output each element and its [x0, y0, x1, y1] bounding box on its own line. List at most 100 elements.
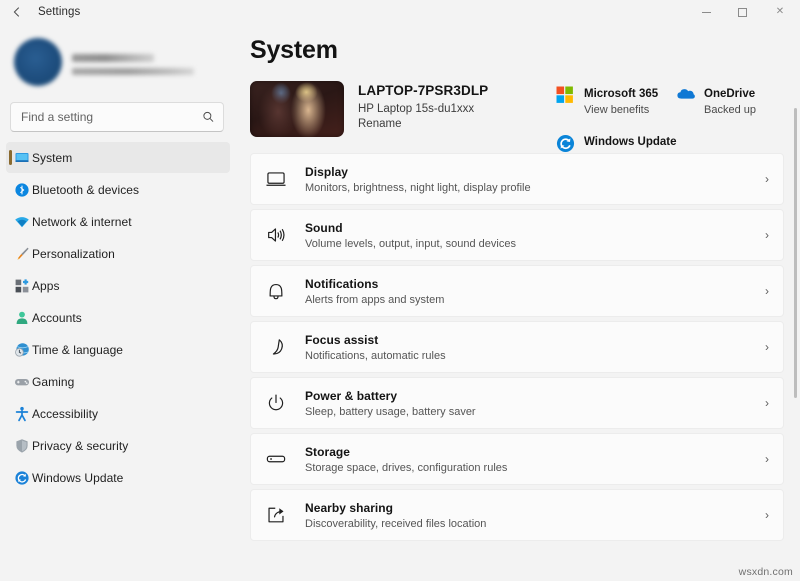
status-subtitle: Backed up [704, 104, 756, 118]
sidebar-item-network-internet[interactable]: Network & internet [6, 206, 230, 237]
sidebar-item-system[interactable]: System [6, 142, 230, 173]
shield-icon [14, 438, 30, 454]
status-microsoft-365[interactable]: Microsoft 365 View benefits [556, 84, 676, 118]
card-title: Power & battery [305, 389, 476, 403]
watermark: wsxdn.com [739, 566, 793, 578]
main-content: System LAPTOP-7PSR3DLP HP Laptop 15s-du1… [236, 24, 800, 581]
settings-card-notifications[interactable]: Notifications Alerts from apps and syste… [250, 265, 784, 317]
gamepad-icon [14, 374, 30, 390]
bell-icon [265, 280, 287, 302]
status-subtitle: View benefits [584, 104, 658, 118]
card-title: Display [305, 165, 531, 179]
bluetooth-icon [14, 182, 30, 198]
rename-link[interactable]: Rename [358, 118, 488, 130]
sidebar-item-accessibility[interactable]: Accessibility [6, 398, 230, 429]
accessibility-icon [14, 406, 30, 422]
maximize-button[interactable] [724, 0, 760, 24]
card-title: Notifications [305, 277, 444, 291]
search-icon [202, 111, 215, 124]
card-subtitle: Discoverability, received files location [305, 518, 486, 530]
card-subtitle: Monitors, brightness, night light, displ… [305, 182, 531, 194]
sidebar-item-label: Network & internet [32, 215, 132, 229]
chevron-right-icon: › [765, 173, 769, 185]
settings-card-focus-assist[interactable]: Focus assist Notifications, automatic ru… [250, 321, 784, 373]
monitor-outline-icon [265, 168, 287, 190]
device-info: LAPTOP-7PSR3DLP HP Laptop 15s-du1xxx Ren… [344, 81, 488, 137]
person-icon [14, 310, 30, 326]
card-title: Focus assist [305, 333, 446, 347]
page-title: System [236, 24, 800, 65]
sidebar-item-bluetooth-devices[interactable]: Bluetooth & devices [6, 174, 230, 205]
sidebar: System Bluetooth & devices [0, 24, 236, 581]
power-icon [265, 392, 287, 414]
card-subtitle: Storage space, drives, configuration rul… [305, 462, 507, 474]
sidebar-item-label: Personalization [32, 247, 115, 261]
card-text: Display Monitors, brightness, night ligh… [287, 165, 531, 194]
chevron-right-icon: › [765, 397, 769, 409]
apps-icon [14, 278, 30, 294]
sidebar-item-accounts[interactable]: Accounts [6, 302, 230, 333]
settings-card-power-battery[interactable]: Power & battery Sleep, battery usage, ba… [250, 377, 784, 429]
card-text: Nearby sharing Discoverability, received… [287, 501, 486, 530]
sidebar-item-apps[interactable]: Apps [6, 270, 230, 301]
share-icon [265, 504, 287, 526]
windows-update-icon [556, 134, 576, 154]
card-text: Storage Storage space, drives, configura… [287, 445, 507, 474]
status-onedrive[interactable]: OneDrive Backed up [676, 84, 796, 118]
card-title: Nearby sharing [305, 501, 486, 515]
settings-cards: Display Monitors, brightness, night ligh… [236, 137, 800, 541]
search-input[interactable] [11, 103, 223, 131]
profile-name-redacted [72, 54, 154, 62]
scrollbar-thumb[interactable] [794, 108, 797, 398]
avatar [14, 38, 62, 86]
card-subtitle: Sleep, battery usage, battery saver [305, 406, 476, 418]
user-profile[interactable] [0, 24, 236, 96]
settings-card-display[interactable]: Display Monitors, brightness, night ligh… [250, 153, 784, 205]
settings-card-sound[interactable]: Sound Volume levels, output, input, soun… [250, 209, 784, 261]
maximize-icon [738, 8, 747, 17]
microsoft-logo-icon [556, 86, 576, 106]
close-button[interactable]: ✕ [760, 0, 800, 24]
card-text: Sound Volume levels, output, input, soun… [287, 221, 516, 250]
sidebar-item-label: Windows Update [32, 471, 123, 485]
search-container [0, 96, 236, 140]
vertical-scrollbar[interactable] [793, 50, 799, 581]
wifi-icon [14, 214, 30, 230]
sidebar-item-privacy-security[interactable]: Privacy & security [6, 430, 230, 461]
sidebar-item-time-language[interactable]: Time & language [6, 334, 230, 365]
sidebar-item-label: Accounts [32, 311, 82, 325]
search-box[interactable] [10, 102, 224, 132]
sidebar-item-personalization[interactable]: Personalization [6, 238, 230, 269]
chevron-right-icon: › [765, 229, 769, 241]
profile-email-redacted [72, 68, 194, 75]
paintbrush-icon [14, 246, 30, 262]
card-text: Focus assist Notifications, automatic ru… [287, 333, 446, 362]
status-title: Windows Update [584, 136, 677, 148]
settings-card-storage[interactable]: Storage Storage space, drives, configura… [250, 433, 784, 485]
sidebar-item-label: Bluetooth & devices [32, 183, 139, 197]
sidebar-nav: System Bluetooth & devices [0, 140, 236, 493]
speaker-icon [265, 224, 287, 246]
window-controls: ✕ [688, 0, 800, 24]
sidebar-item-label: Apps [32, 279, 60, 293]
profile-text [72, 50, 194, 75]
sidebar-item-gaming[interactable]: Gaming [6, 366, 230, 397]
device-model: HP Laptop 15s-du1xxx [358, 103, 488, 115]
desktop-wallpaper-thumbnail [250, 81, 344, 137]
settings-card-nearby-sharing[interactable]: Nearby sharing Discoverability, received… [250, 489, 784, 541]
minimize-button[interactable] [688, 0, 724, 24]
device-name: LAPTOP-7PSR3DLP [358, 83, 488, 98]
chevron-right-icon: › [765, 341, 769, 353]
card-subtitle: Alerts from apps and system [305, 294, 444, 306]
card-subtitle: Volume levels, output, input, sound devi… [305, 238, 516, 250]
sidebar-item-label: Privacy & security [32, 439, 128, 453]
settings-window: Settings ✕ [0, 0, 800, 581]
sidebar-item-label: Time & language [32, 343, 123, 357]
sidebar-item-label: System [32, 151, 72, 165]
card-subtitle: Notifications, automatic rules [305, 350, 446, 362]
sidebar-item-windows-update[interactable]: Windows Update [6, 462, 230, 493]
status-title: OneDrive [704, 88, 755, 100]
card-text: Power & battery Sleep, battery usage, ba… [287, 389, 476, 418]
back-arrow-icon[interactable] [0, 0, 34, 24]
onedrive-cloud-icon [676, 86, 696, 106]
